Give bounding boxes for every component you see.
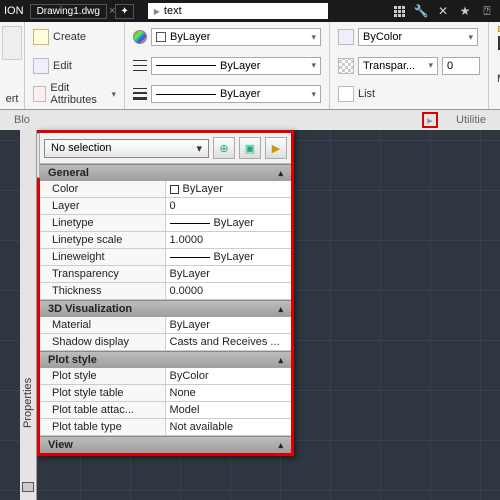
insert-label: ert bbox=[2, 93, 22, 105]
prop-ltscale-value[interactable]: 1.0000 bbox=[166, 232, 292, 248]
panel-tab-strip: Blo ▸ Utilitie bbox=[0, 110, 500, 130]
prop-transparency-key: Transparency bbox=[40, 266, 166, 282]
create-button[interactable]: Create bbox=[53, 31, 86, 43]
prop-ltscale-key: Linetype scale bbox=[40, 232, 166, 248]
app-title-fragment: ION bbox=[4, 5, 24, 17]
color-wheel-icon[interactable] bbox=[133, 30, 147, 44]
transparency-icon bbox=[338, 58, 354, 74]
edit-attr-icon bbox=[33, 86, 46, 102]
plot-color-icon bbox=[338, 29, 354, 45]
properties-panel: ✕ ⇥ No selection ⊕ ▣ ▶ General ColorByLa… bbox=[37, 130, 294, 456]
prop-layer-key: Layer bbox=[40, 198, 166, 214]
prop-material-value[interactable]: ByLayer bbox=[166, 317, 292, 333]
prop-plotstyletable-value[interactable]: None bbox=[166, 385, 292, 401]
insert-big-icon[interactable] bbox=[2, 26, 22, 60]
title-wrench-icon[interactable]: 🔧 bbox=[412, 2, 430, 20]
plot-color-dropdown[interactable]: ByColor bbox=[358, 28, 478, 46]
ribbon: ert Create Edit Edit Attributes ▾ ByLayer… bbox=[0, 22, 500, 110]
toggle-pickadd-icon[interactable]: ▶ bbox=[265, 137, 287, 159]
transparency-dropdown[interactable]: Transpar... bbox=[358, 57, 438, 75]
prop-plottableattach-value[interactable]: Model bbox=[166, 402, 292, 418]
title-bar: ION Drawing1.dwg × ✦ text 🔧 ✕ ★ ⍰ bbox=[0, 0, 500, 22]
title-help-icon[interactable]: ⍰ bbox=[478, 2, 496, 20]
prop-plottableattach-key: Plot table attac... bbox=[40, 402, 166, 418]
drawing-canvas[interactable]: ✕ ⇥ No selection ⊕ ▣ ▶ General ColorByLa… bbox=[0, 130, 500, 500]
lineweight-dropdown[interactable]: ByLayer bbox=[151, 85, 321, 103]
lineweight-icon bbox=[133, 87, 147, 101]
prop-transparency-value[interactable]: ByLayer bbox=[166, 266, 292, 282]
create-icon bbox=[33, 29, 49, 45]
properties-sidebar-strip[interactable]: Properties bbox=[20, 130, 37, 500]
edit-button[interactable]: Edit bbox=[53, 60, 72, 72]
select-objects-icon[interactable]: ▣ bbox=[239, 137, 261, 159]
edit-icon bbox=[33, 58, 49, 74]
list-icon bbox=[338, 86, 354, 102]
prop-linetype-key: Linetype bbox=[40, 215, 166, 231]
prop-thickness-value[interactable]: 0.0000 bbox=[166, 283, 292, 299]
panel-options-icon[interactable] bbox=[22, 482, 34, 492]
properties-title: Properties bbox=[22, 378, 34, 428]
edit-attributes-button[interactable]: Edit Attributes bbox=[50, 82, 105, 106]
chevron-down-icon[interactable]: ▾ bbox=[111, 89, 116, 100]
prop-linetype-value[interactable]: ByLayer bbox=[166, 215, 292, 231]
section-3d-visualization[interactable]: 3D Visualization bbox=[40, 300, 291, 317]
prop-thickness-key: Thickness bbox=[40, 283, 166, 299]
prop-lineweight-value[interactable]: ByLayer bbox=[166, 249, 292, 265]
prop-plotstyletable-key: Plot style table bbox=[40, 385, 166, 401]
prop-plotstyle-value[interactable]: ByColor bbox=[166, 368, 292, 384]
prop-lineweight-key: Lineweight bbox=[40, 249, 166, 265]
section-general[interactable]: General bbox=[40, 164, 291, 181]
linetype-dropdown[interactable]: ByLayer bbox=[151, 57, 321, 75]
quick-select-icon[interactable]: ⊕ bbox=[213, 137, 235, 159]
section-plot-style[interactable]: Plot style bbox=[40, 351, 291, 368]
section-view[interactable]: View bbox=[40, 436, 291, 453]
transparency-value[interactable]: 0 bbox=[442, 57, 480, 75]
title-grid-icon[interactable] bbox=[390, 2, 408, 20]
layer-color-dropdown[interactable]: ByLayer bbox=[151, 28, 321, 46]
selection-dropdown[interactable]: No selection bbox=[44, 139, 209, 158]
tab-utilities[interactable]: Utilitie bbox=[442, 114, 500, 126]
prop-plotstyle-key: Plot style bbox=[40, 368, 166, 384]
linetype-icon bbox=[133, 59, 147, 73]
title-share-icon[interactable]: ✕ bbox=[434, 2, 452, 20]
prop-color-key: Color bbox=[40, 181, 166, 197]
file-tab-plus[interactable]: ✦ bbox=[115, 4, 133, 19]
prop-shadow-value[interactable]: Casts and Receives ... bbox=[166, 334, 292, 350]
list-button[interactable]: List bbox=[358, 88, 375, 100]
panel-expand-button[interactable]: ▸ bbox=[422, 112, 438, 128]
search-input[interactable]: text bbox=[148, 3, 328, 19]
file-tab[interactable]: Drawing1.dwg bbox=[30, 4, 107, 19]
prop-shadow-key: Shadow display bbox=[40, 334, 166, 350]
prop-plottabletype-key: Plot table type bbox=[40, 419, 166, 435]
title-star-icon[interactable]: ★ bbox=[456, 2, 474, 20]
prop-plottabletype-value[interactable]: Not available bbox=[166, 419, 292, 435]
tab-block[interactable]: Blo bbox=[0, 114, 44, 126]
prop-layer-value[interactable]: 0 bbox=[166, 198, 292, 214]
prop-material-key: Material bbox=[40, 317, 166, 333]
prop-color-value[interactable]: ByLayer bbox=[166, 181, 292, 197]
